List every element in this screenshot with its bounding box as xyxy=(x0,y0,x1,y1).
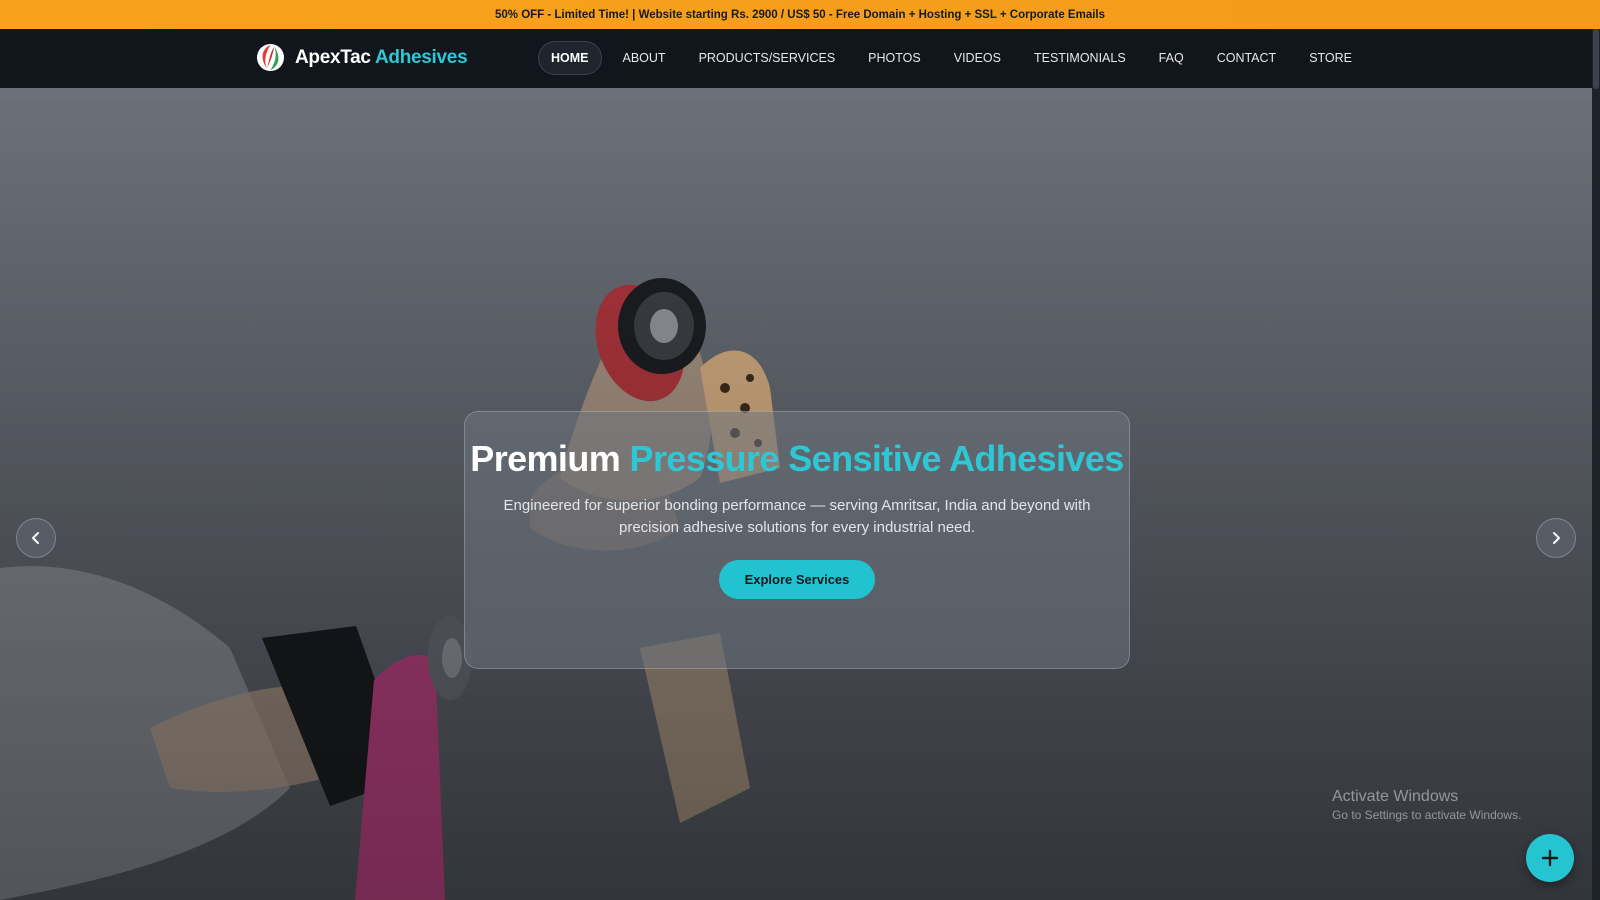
hero-title: Premium Pressure Sensitive Adhesives xyxy=(465,436,1129,481)
nav-item-store[interactable]: STORE xyxy=(1297,42,1364,74)
nav-item-contact[interactable]: CONTACT xyxy=(1205,42,1289,74)
main-navbar: ApexTac Adhesives HOME ABOUT PRODUCTS/SE… xyxy=(0,29,1592,88)
chevron-right-icon xyxy=(1553,532,1560,544)
brand-home-link[interactable]: ApexTac Adhesives xyxy=(256,43,468,72)
nav-item-faq[interactable]: FAQ xyxy=(1147,42,1196,74)
page-scrollbar-thumb[interactable] xyxy=(1593,29,1599,89)
brand-name-main: ApexTac xyxy=(295,46,371,68)
watermark-title: Activate Windows xyxy=(1332,788,1459,805)
nav-menu: HOME ABOUT PRODUCTS/SERVICES PHOTOS VIDE… xyxy=(538,41,1373,75)
hero-title-accent: Pressure Sensitive Adhesives xyxy=(629,438,1125,479)
chevron-left-icon xyxy=(32,532,39,544)
hero-subtitle: Engineered for superior bonding performa… xyxy=(503,497,1091,536)
hero-title-white: Premium xyxy=(470,438,621,479)
watermark-subtitle: Go to Settings to activate Windows. xyxy=(1332,808,1522,822)
hero-slider: Premium Pressure Sensitive Adhesives Eng… xyxy=(0,88,1592,900)
promo-text: 50% OFF - Limited Time! | Website starti… xyxy=(494,8,1106,21)
floating-action-button[interactable] xyxy=(1526,834,1574,882)
brand-name: ApexTac Adhesives xyxy=(295,46,468,69)
explore-services-button[interactable]: Explore Services xyxy=(718,560,876,599)
page-scrollbar[interactable] xyxy=(1592,29,1600,900)
nav-item-products-services[interactable]: PRODUCTS/SERVICES xyxy=(687,42,848,74)
slider-prev-button[interactable] xyxy=(16,518,56,558)
hero-card: Premium Pressure Sensitive Adhesives Eng… xyxy=(464,411,1130,669)
brand-name-accent: Adhesives xyxy=(374,46,468,68)
slider-next-button[interactable] xyxy=(1536,518,1576,558)
nav-item-videos[interactable]: VIDEOS xyxy=(942,42,1013,74)
activate-windows-watermark: Activate Windows Go to Settings to activ… xyxy=(1332,788,1521,822)
nav-item-testimonials[interactable]: TESTIMONIALS xyxy=(1022,42,1138,74)
promo-banner: 50% OFF - Limited Time! | Website starti… xyxy=(0,0,1600,29)
brand-logo-icon xyxy=(256,43,285,72)
nav-item-about[interactable]: ABOUT xyxy=(611,42,678,74)
nav-item-home[interactable]: HOME xyxy=(538,41,602,75)
plus-icon xyxy=(1541,849,1559,867)
nav-item-photos[interactable]: PHOTOS xyxy=(856,42,933,74)
